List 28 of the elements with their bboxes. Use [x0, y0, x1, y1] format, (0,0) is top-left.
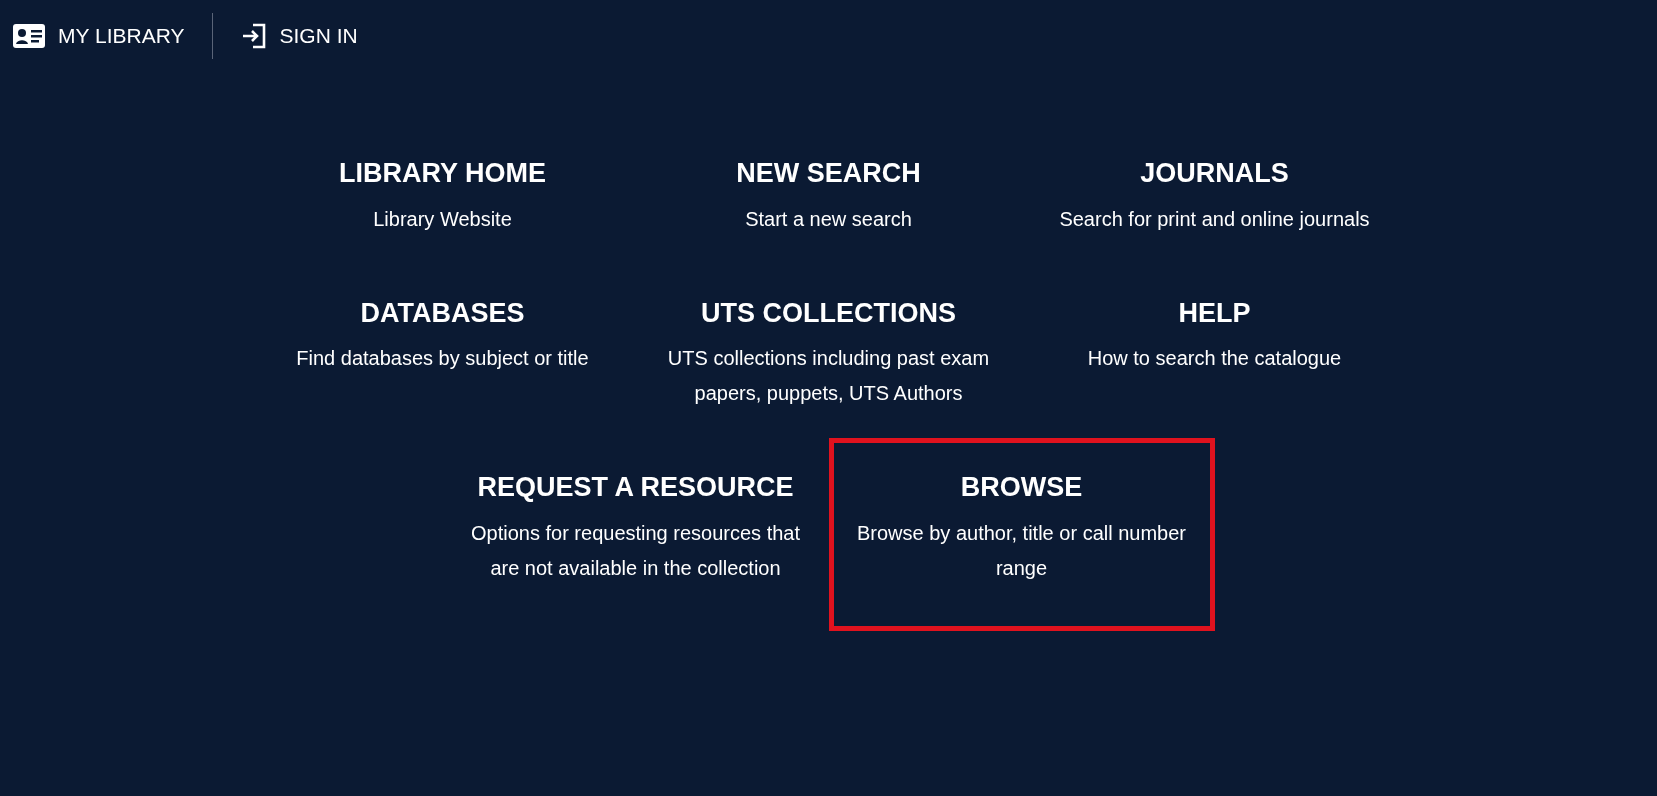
menu-item[interactable]: UTS COLLECTIONS UTS collections including past exam papers, puppets, UTS Authors [635, 287, 1022, 432]
menu-item-title: UTS COLLECTIONS [701, 296, 956, 330]
menu-item[interactable]: HELP How to search the catalogue [1021, 287, 1408, 432]
menu-item-title: LIBRARY HOME [339, 157, 546, 190]
menu-item-description: UTS collections including past exam papers, puppets, UTS Authors [666, 346, 991, 406]
menu-item[interactable]: DATABASES Find databases by subject or title [249, 287, 636, 432]
sign-in-link[interactable]: SIGN IN [241, 20, 358, 52]
menu-item[interactable]: NEW SEARCH Start a new search [635, 148, 1022, 258]
menu-item-title: HELP [1178, 296, 1251, 330]
menu-item-description: How to search the catalogue [1087, 346, 1342, 371]
my-library-link[interactable]: MY LIBRARY [12, 20, 185, 52]
menu-item-description: Find databases by subject or title [296, 346, 589, 371]
menu-item-title: JOURNALS [1140, 157, 1289, 190]
menu-item-description: Start a new search [745, 206, 912, 232]
menu-item-description: Search for print and online journals [1059, 206, 1370, 232]
id-card-icon [12, 23, 46, 49]
menu-item-description: Browse by author, title or call number range [855, 520, 1187, 581]
menu-item-description: Library Website [373, 206, 512, 232]
menu-item[interactable]: REQUEST A RESOURCE Options for requesting resources that are not available in the collection [442, 462, 829, 631]
menu-item[interactable]: JOURNALS Search for print and online journals [1021, 148, 1408, 258]
menu-item-title: REQUEST A RESOURCE [477, 471, 794, 504]
menu-item[interactable]: LIBRARY HOME Library Website [249, 148, 636, 258]
menu-item-title: BROWSE [960, 471, 1083, 504]
menu-item[interactable]: BROWSE Browse by author, title or call number range [828, 438, 1215, 631]
sign-in-icon [241, 22, 268, 50]
menu-item-title: DATABASES [360, 296, 525, 330]
menu-item-description: Options for requesting resources that are not available in the collection [469, 520, 802, 581]
menu-item-title: NEW SEARCH [736, 157, 921, 190]
